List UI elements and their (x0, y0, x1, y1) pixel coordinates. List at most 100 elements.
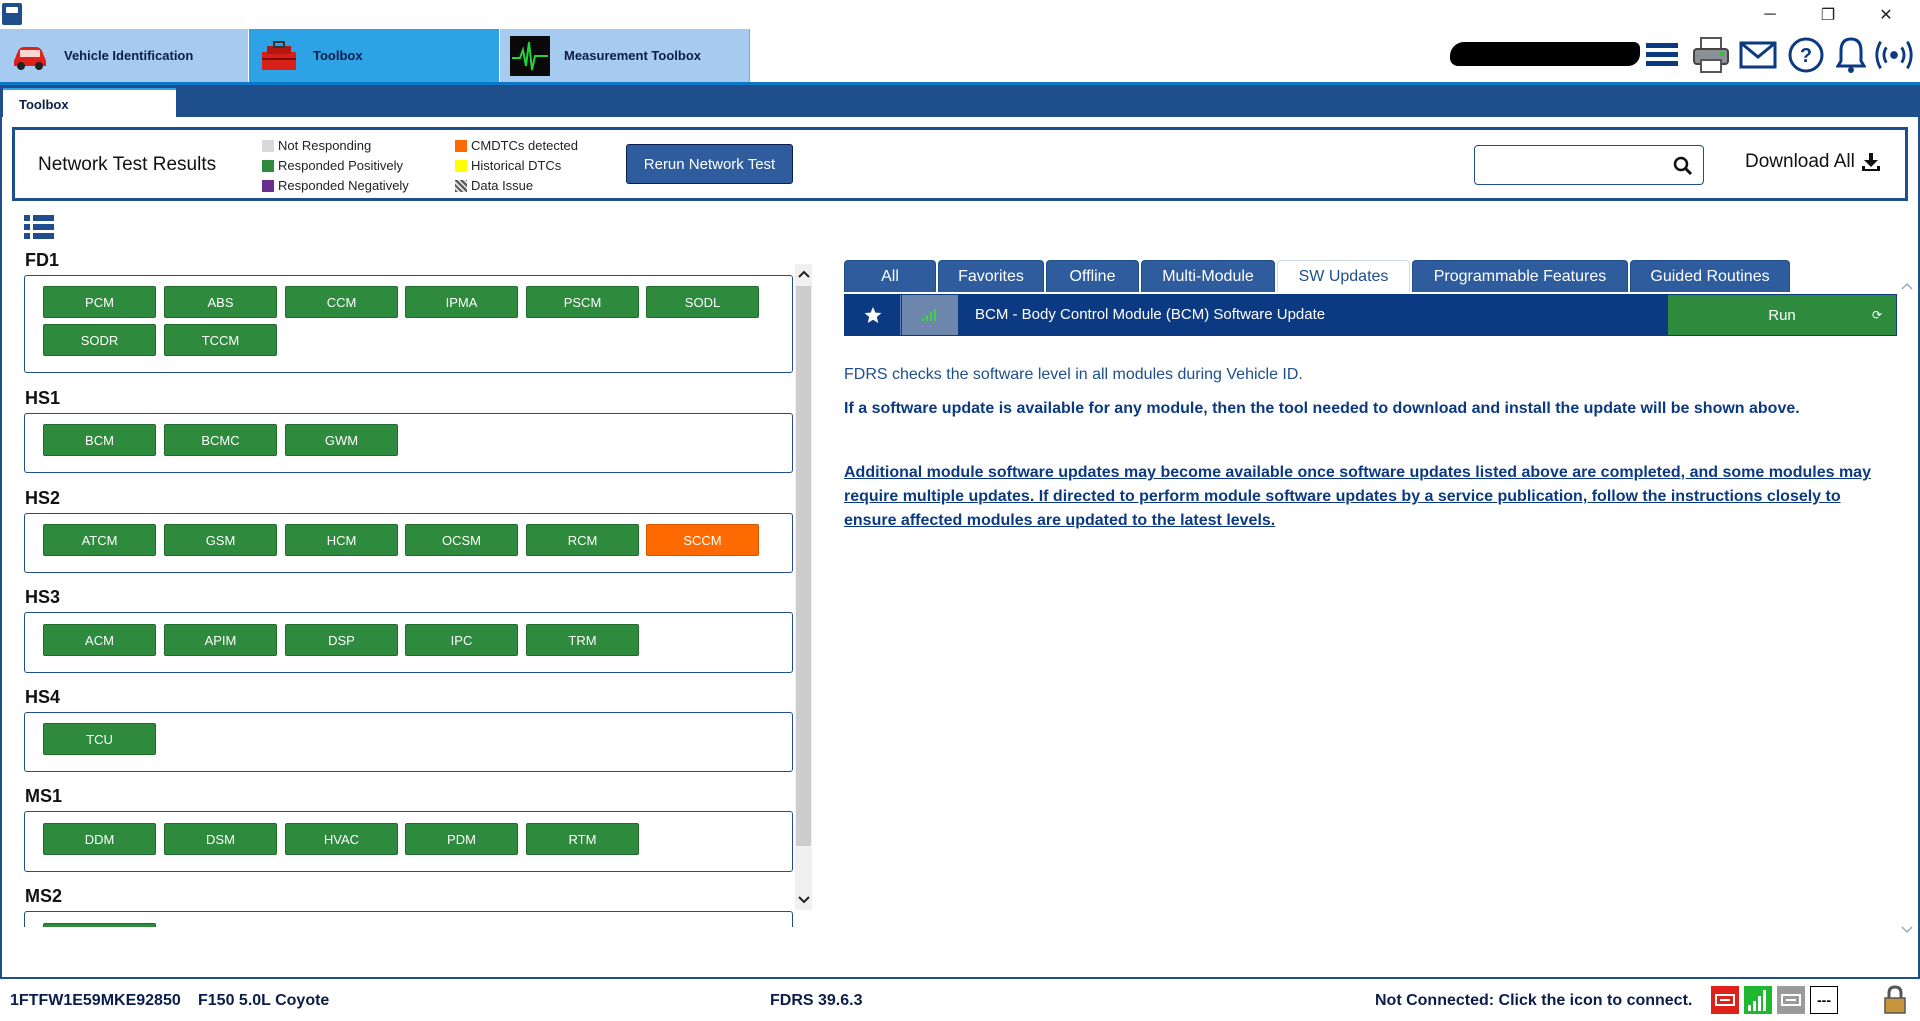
tab-favorites[interactable]: Favorites (938, 260, 1044, 292)
module-button-hcm[interactable]: HCM (285, 524, 398, 556)
module-button-sodr[interactable]: SODR (43, 324, 156, 356)
vehicle-description: F150 5.0L Coyote (198, 992, 330, 1009)
tool-pane-scrollbar[interactable] (1898, 270, 1915, 940)
module-button-rcm[interactable]: RCM (526, 524, 639, 556)
help-icon[interactable]: ? (1785, 34, 1827, 76)
module-groups-pane[interactable]: FD1 PCM ABS CCM IPMA PSCM SODL SODR TCCM… (24, 245, 794, 927)
tool-row-bcm-software-update[interactable]: BCM - Body Control Module (BCM) Software… (844, 294, 1897, 336)
rerun-network-test-button[interactable]: Rerun Network Test (626, 144, 793, 184)
info-update-available: If a software update is available for an… (844, 400, 1800, 417)
module-button-ccm[interactable]: CCM (285, 286, 398, 318)
signal-bars-icon (922, 309, 936, 321)
module-button-ms2-partial[interactable] (43, 923, 156, 927)
group-label-ms1: MS1 (25, 786, 63, 806)
group-box-hs3: ACM APIM DSP IPC TRM (24, 612, 793, 673)
module-button-pcm[interactable]: PCM (43, 286, 156, 318)
module-button-ipma[interactable]: IPMA (405, 286, 518, 318)
mail-icon[interactable] (1737, 34, 1779, 76)
legend-swatch (455, 179, 467, 192)
search-icon (1673, 156, 1693, 176)
tab-vehicle-identification[interactable]: Vehicle Identification (0, 29, 248, 82)
scroll-up-arrow-icon[interactable] (1898, 276, 1915, 296)
tab-toolbox-label: Toolbox (313, 48, 363, 63)
maximize-button[interactable]: ❐ (1800, 0, 1856, 29)
module-button-hvac[interactable]: HVAC (285, 823, 398, 855)
fdrs-logo-icon (2, 3, 22, 25)
tab-offline[interactable]: Offline (1046, 260, 1139, 292)
module-button-ddm[interactable]: DDM (43, 823, 156, 855)
download-all-label: Download All (1745, 151, 1855, 172)
tab-all[interactable]: All (844, 260, 936, 292)
legend-cmdtcs-detected: CMDTCs detected (455, 138, 578, 153)
list-view-icon[interactable] (24, 214, 54, 240)
signal-strength-indicator (902, 295, 958, 335)
wireless-connection-icon[interactable] (1873, 34, 1915, 76)
legend-responded-negatively: Responded Negatively (262, 178, 409, 193)
group-label-hs2: HS2 (25, 488, 61, 508)
tab-programmable-features[interactable]: Programmable Features (1412, 260, 1628, 292)
module-search-input[interactable] (1474, 145, 1704, 185)
module-button-bcm[interactable]: BCM (43, 424, 156, 456)
module-button-apim[interactable]: APIM (164, 624, 277, 656)
module-button-trm[interactable]: TRM (526, 624, 639, 656)
module-button-tccm[interactable]: TCCM (164, 324, 277, 356)
module-button-sccm[interactable]: SCCM (646, 524, 759, 556)
module-button-rtm[interactable]: RTM (526, 823, 639, 855)
printer-icon[interactable] (1690, 34, 1732, 76)
vci-connect-icon[interactable] (1711, 986, 1739, 1014)
legend-not-responding: Not Responding (262, 138, 371, 153)
module-button-gwm[interactable]: GWM (285, 424, 398, 456)
info-additional-updates-link[interactable]: Additional module software updates may b… (844, 461, 1894, 533)
module-button-pscm[interactable]: PSCM (526, 286, 639, 318)
module-button-dsp[interactable]: DSP (285, 624, 398, 656)
tab-multi-module[interactable]: Multi-Module (1141, 260, 1275, 292)
download-all-button[interactable]: Download All (1745, 151, 1881, 173)
group-box-hs4: TCU (24, 712, 793, 772)
subtab-toolbox[interactable]: Toolbox (3, 88, 176, 117)
module-button-dsm[interactable]: DSM (164, 823, 277, 855)
scrollbar-thumb[interactable] (796, 286, 811, 846)
group-label-hs4: HS4 (25, 687, 61, 707)
group-box-ms1: DDM DSM HVAC PDM RTM (24, 811, 793, 872)
favorite-star-button[interactable] (845, 295, 901, 335)
module-button-atcm[interactable]: ATCM (43, 524, 156, 556)
legend-data-issue: Data Issue (455, 178, 533, 193)
tab-toolbox[interactable]: Toolbox (249, 29, 499, 82)
module-button-gsm[interactable]: GSM (164, 524, 277, 556)
svg-text:?: ? (1800, 45, 1812, 67)
module-button-bcmc[interactable]: BCMC (164, 424, 277, 456)
module-button-abs[interactable]: ABS (164, 286, 277, 318)
car-icon (10, 36, 50, 76)
legend-swatch (262, 159, 274, 172)
module-button-pdm[interactable]: PDM (405, 823, 518, 855)
module-button-sodl[interactable]: SODL (646, 286, 759, 318)
module-button-ocsm[interactable]: OCSM (405, 524, 518, 556)
network-test-results-panel: Network Test Results Not Responding Resp… (12, 127, 1908, 201)
close-window-button[interactable]: ✕ (1858, 0, 1914, 29)
run-button[interactable]: Run ⟳ (1668, 295, 1896, 335)
module-button-tcu[interactable]: TCU (43, 723, 156, 755)
run-label: Run (1768, 306, 1796, 324)
padlock-icon[interactable] (1880, 985, 1910, 1014)
tab-guided-routines[interactable]: Guided Routines (1630, 260, 1790, 292)
group-label-ms2: MS2 (25, 886, 63, 906)
tab-measurement-toolbox[interactable]: Measurement Toolbox (500, 29, 750, 82)
scroll-down-arrow-icon[interactable] (795, 890, 812, 910)
toolbox-icon (259, 36, 299, 76)
tool-name: BCM - Body Control Module (BCM) Software… (975, 306, 1326, 323)
module-button-acm[interactable]: ACM (43, 624, 156, 656)
network-test-title: Network Test Results (38, 154, 217, 175)
signal-strength-icon (1744, 986, 1772, 1014)
notifications-bell-icon[interactable] (1830, 34, 1872, 76)
tab-measurement-toolbox-label: Measurement Toolbox (564, 48, 702, 63)
menu-icon[interactable] (1641, 34, 1683, 76)
scroll-down-arrow-icon[interactable] (1898, 920, 1915, 940)
legend-swatch (455, 159, 467, 172)
tab-sw-updates[interactable]: SW Updates (1277, 260, 1410, 292)
module-button-ipc[interactable]: IPC (405, 624, 518, 656)
module-pane-scrollbar[interactable] (795, 264, 812, 910)
scroll-up-arrow-icon[interactable] (795, 264, 812, 284)
group-box-ms2 (24, 911, 793, 927)
connection-status[interactable]: Not Connected: Click the icon to connect… (1375, 992, 1692, 1010)
minimize-button[interactable]: ─ (1742, 0, 1798, 29)
